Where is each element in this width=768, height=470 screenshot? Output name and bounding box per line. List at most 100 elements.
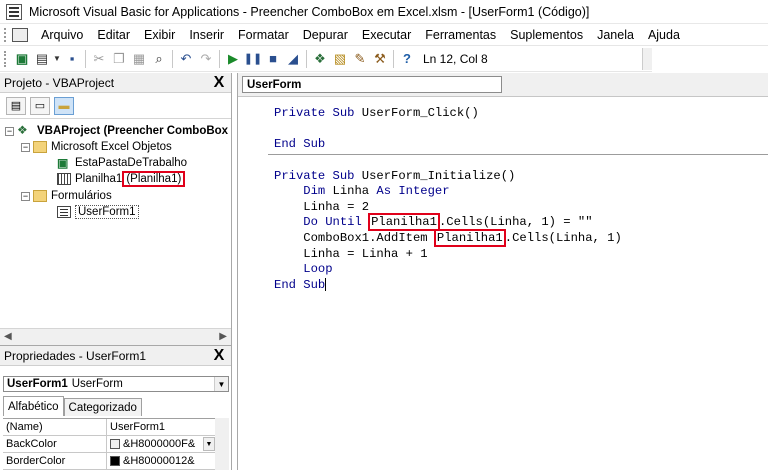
keyword: Dim [303, 184, 326, 198]
toolbar-separator [306, 49, 307, 68]
tab-alfabetico[interactable]: Alfabético [3, 396, 64, 416]
tree-item-userform1[interactable]: UserForm1 [57, 204, 139, 220]
toolbar-overflow[interactable] [642, 48, 652, 70]
object-dropdown[interactable]: UserForm1 UserForm ▼ [3, 376, 229, 392]
properties-icon[interactable]: ▧ [330, 49, 350, 69]
design-mode-icon[interactable]: ◢ [283, 49, 303, 69]
menu-formatar[interactable]: Formatar [231, 28, 296, 42]
menu-ajuda[interactable]: Ajuda [641, 28, 687, 42]
tree-item-workbook[interactable]: ▣ EstaPastaDeTrabalho [57, 155, 187, 171]
property-value[interactable]: UserForm1 [107, 419, 215, 435]
project-panel-title: Projeto - VBAProject [4, 75, 115, 90]
toolbox-icon[interactable]: ⚒ [370, 49, 390, 69]
toolbar-separator [219, 49, 220, 68]
excel-icon[interactable] [12, 27, 28, 42]
property-value[interactable]: &H8000000F& ▼ [107, 436, 215, 452]
properties-panel: Propriedades - UserForm1 X UserForm1 Use… [0, 345, 232, 470]
scroll-left-icon[interactable]: ◀ [4, 331, 12, 342]
insert-userform-icon[interactable]: ▤ [32, 49, 52, 69]
tree-label: Microsoft Excel Objetos [51, 141, 172, 153]
code-line: ComboBox1.AddItem Planilha1 .Cells(Linha,… [274, 229, 622, 247]
break-icon[interactable]: ❚❚ [243, 49, 263, 69]
object-name: UserForm1 [7, 378, 68, 390]
keyword: Do Until [303, 215, 362, 229]
copy-icon[interactable]: ❐ [109, 49, 129, 69]
keyword: Private Sub [274, 106, 355, 120]
toolbar-separator [393, 49, 394, 68]
project-explorer-icon[interactable]: ❖ [310, 49, 330, 69]
close-icon[interactable]: X [211, 347, 227, 364]
toolbar-grip[interactable] [4, 50, 8, 67]
tree-item-vbaproject[interactable]: − ❖ VBAProject (Preencher ComboBox [5, 123, 228, 139]
horizontal-scrollbar[interactable]: ◀ ▶ [0, 328, 231, 345]
dropdown-arrow-icon[interactable]: ▼ [52, 49, 62, 69]
menu-arquivo[interactable]: Arquivo [34, 28, 90, 42]
save-icon[interactable]: ▪ [62, 49, 82, 69]
menu-bar: Arquivo Editar Exibir Inserir Formatar D… [0, 24, 768, 46]
project-tree: − ❖ VBAProject (Preencher ComboBox − Mic… [0, 119, 231, 319]
code-text: .Cells(Linha, 1) = "" [438, 215, 593, 229]
object-selector[interactable]: UserForm [242, 76, 502, 93]
property-row[interactable]: BackColor &H8000000F& ▼ [3, 436, 215, 453]
close-icon[interactable]: X [211, 74, 227, 91]
planilha-highlight: Planilha1 [368, 213, 440, 231]
cut-icon[interactable]: ✂ [89, 49, 109, 69]
tree-item-forms[interactable]: − Formulários [21, 188, 112, 204]
property-value-text: &H80000012& [123, 455, 195, 467]
chevron-down-icon[interactable]: ▼ [214, 377, 228, 391]
tree-label: UserForm1 [75, 205, 139, 219]
tab-categorizado[interactable]: Categorizado [63, 398, 142, 416]
code-text: Linha = Linha + 1 [303, 247, 428, 261]
chevron-down-icon[interactable]: ▼ [203, 437, 215, 451]
window-title: Microsoft Visual Basic for Applications … [29, 4, 590, 19]
sheet-caption-highlight: (Planilha1) [122, 171, 186, 187]
property-row[interactable]: (Name) UserForm1 [3, 419, 215, 436]
properties-scrollbar[interactable] [215, 418, 229, 470]
collapse-icon[interactable]: − [21, 142, 30, 152]
reset-icon[interactable]: ■ [263, 49, 283, 69]
tree-item-planilha1[interactable]: Planilha1 (Planilha1) [57, 171, 186, 187]
undo-icon[interactable]: ↶ [176, 49, 196, 69]
planilha-highlight: Planilha1 [433, 229, 506, 247]
code-editor[interactable]: Private Sub UserForm_Click() End Sub Pri… [238, 97, 768, 470]
code-text: Linha = 2 [303, 200, 370, 214]
code-line: Do Until Planilha1 .Cells(Linha, 1) = "" [274, 213, 593, 231]
menu-depurar[interactable]: Depurar [296, 28, 355, 42]
toggle-folders-icon[interactable]: ▬ [54, 96, 74, 115]
menu-ferramentas[interactable]: Ferramentas [418, 28, 503, 42]
project-panel-header: Projeto - VBAProject X [0, 73, 231, 93]
vba-app-icon [6, 3, 22, 20]
tree-label: EstaPastaDeTrabalho [75, 157, 188, 169]
view-excel-icon[interactable]: ▣ [12, 49, 32, 69]
code-line: Private Sub UserForm_Click() [274, 106, 479, 121]
view-code-icon[interactable]: ▤ [6, 96, 26, 115]
scroll-right-icon[interactable]: ▶ [219, 331, 227, 342]
menu-inserir[interactable]: Inserir [182, 28, 231, 42]
property-value[interactable]: &H80000012& [107, 453, 215, 469]
menu-editar[interactable]: Editar [90, 28, 137, 42]
paste-icon[interactable]: ▦ [129, 49, 149, 69]
collapse-icon[interactable]: − [21, 191, 30, 201]
menu-grip[interactable] [4, 27, 8, 42]
code-text: .Cells(Linha, 1) [504, 231, 622, 245]
property-value-text: UserForm1 [110, 421, 166, 433]
menu-executar[interactable]: Executar [355, 28, 418, 42]
toolbar-separator [172, 49, 173, 68]
menu-janela[interactable]: Janela [590, 28, 641, 42]
code-text: Linha [325, 184, 377, 198]
redo-icon[interactable]: ↷ [196, 49, 216, 69]
property-row[interactable]: BorderColor &H80000012& [3, 453, 215, 470]
help-icon[interactable]: ? [397, 49, 417, 69]
property-name: (Name) [3, 419, 107, 435]
menu-suplementos[interactable]: Suplementos [503, 28, 590, 42]
run-icon[interactable]: ▶ [223, 49, 243, 69]
keyword: End Sub [274, 278, 326, 292]
property-name: BorderColor [3, 453, 107, 469]
object-browser-icon[interactable]: ✎ [350, 49, 370, 69]
collapse-icon[interactable]: − [5, 126, 14, 136]
menu-exibir[interactable]: Exibir [137, 28, 182, 42]
view-object-icon[interactable]: ▭ [30, 96, 50, 115]
find-icon[interactable]: ⌕ [149, 49, 169, 69]
vbaproject-icon: ❖ [17, 123, 28, 137]
tree-item-excel-objects[interactable]: − Microsoft Excel Objetos [21, 139, 172, 155]
